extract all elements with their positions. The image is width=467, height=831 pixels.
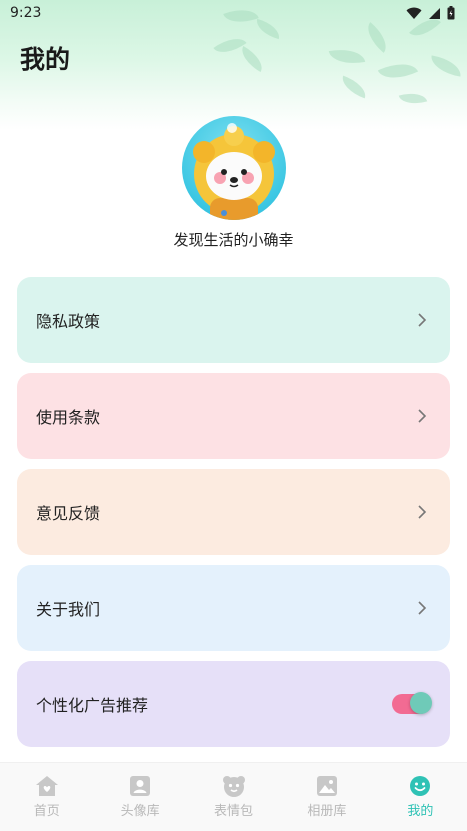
- page-title: 我的: [20, 45, 71, 74]
- menu-item-label: 关于我们: [36, 600, 101, 619]
- menu-item-label: 个性化广告推荐: [36, 696, 149, 715]
- menu-item-feedback[interactable]: 意见反馈: [17, 469, 450, 555]
- chevron-right-icon: [418, 409, 427, 423]
- smile-icon: [410, 776, 431, 796]
- battery-icon: [447, 6, 455, 20]
- tab-label: 相册库: [307, 804, 347, 819]
- menu-item-label: 使用条款: [36, 408, 101, 427]
- wifi-icon: [406, 7, 422, 19]
- menu-item-privacy-policy[interactable]: 隐私政策: [17, 277, 450, 363]
- tab-label: 表情包: [214, 804, 254, 819]
- status-icons: [406, 6, 455, 20]
- chevron-right-icon: [418, 313, 427, 327]
- toggle-knob: [410, 692, 432, 714]
- tab-label: 头像库: [120, 804, 160, 819]
- status-time: 9:23: [10, 5, 42, 21]
- menu-item-about-us[interactable]: 关于我们: [17, 565, 450, 651]
- tab-label: 首页: [33, 804, 60, 819]
- menu-item-label: 意见反馈: [36, 504, 101, 523]
- photo-album-icon: [316, 776, 337, 796]
- tab-mine[interactable]: 我的: [374, 763, 467, 831]
- status-bar: 9:23: [0, 0, 467, 26]
- profile-nickname: 发现生活的小确幸: [173, 231, 294, 249]
- home-icon: [35, 776, 58, 796]
- cellular-signal-icon: [429, 7, 440, 19]
- tab-photo-album[interactable]: 相册库: [280, 763, 373, 831]
- menu-item-label: 隐私政策: [36, 312, 101, 331]
- menu-item-terms-of-use[interactable]: 使用条款: [17, 373, 450, 459]
- chevron-right-icon: [418, 601, 427, 615]
- bottom-tab-bar: 首页 头像库 表情包 相册库 我的: [0, 762, 467, 831]
- tab-label: 我的: [407, 804, 434, 819]
- emoji-pack-icon: [222, 776, 245, 797]
- chevron-right-icon: [418, 505, 427, 519]
- avatar-image: [193, 123, 275, 220]
- tab-emoji-pack[interactable]: 表情包: [187, 763, 280, 831]
- personalized-ads-toggle[interactable]: [392, 692, 432, 714]
- avatar[interactable]: [182, 116, 286, 220]
- menu-item-personalized-ads: 个性化广告推荐: [17, 661, 450, 747]
- tab-avatar-library[interactable]: 头像库: [93, 763, 186, 831]
- portrait-icon: [130, 776, 151, 796]
- tab-home[interactable]: 首页: [0, 763, 93, 831]
